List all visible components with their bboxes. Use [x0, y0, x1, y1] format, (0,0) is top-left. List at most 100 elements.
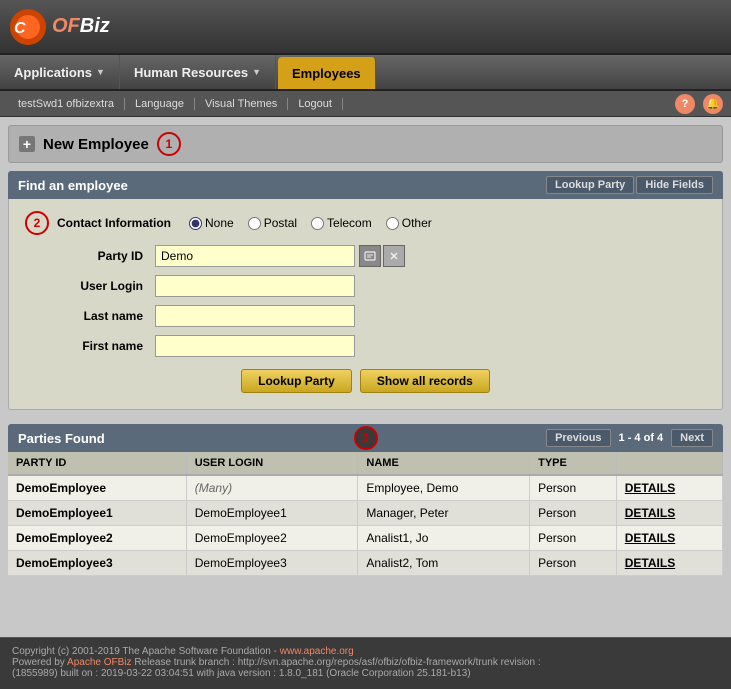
svg-text:C: C — [14, 20, 26, 37]
party-id-row: Party ID — [25, 245, 706, 267]
new-employee-bar: + New Employee 1 — [8, 125, 723, 163]
contact-info-label: Contact Information — [57, 216, 177, 230]
results-table: PARTY ID USER LOGIN NAME TYPE DemoEmploy… — [8, 452, 723, 576]
cell-name: Analist2, Tom — [358, 551, 530, 576]
nav-bar: Applications ▼ Human Resources ▼ Employe… — [0, 55, 731, 91]
cell-type: Person — [530, 475, 617, 501]
cell-type: Person — [530, 526, 617, 551]
logo-text: OFBiz — [52, 15, 110, 38]
action-buttons-row: Lookup Party Show all records — [25, 369, 706, 393]
contact-info-row: Contact Information None Postal Telecom — [57, 216, 706, 230]
party-id-lookup-icon[interactable] — [359, 245, 381, 267]
main-content: + New Employee 1 Find an employee Lookup… — [0, 117, 731, 637]
parties-nav: Previous 1 - 4 of 4 Next — [546, 429, 713, 447]
find-bar-title: Find an employee — [18, 178, 128, 193]
cell-party-id[interactable]: DemoEmployee3 — [8, 551, 186, 576]
next-button[interactable]: Next — [671, 429, 713, 447]
contact-radio-group: None Postal Telecom Other — [189, 216, 432, 230]
last-name-row: Last name — [25, 305, 706, 327]
lookup-party-button[interactable]: Lookup Party — [241, 369, 352, 393]
contact-none[interactable]: None — [189, 216, 234, 230]
new-employee-plus-icon: + — [19, 136, 35, 152]
nav-item-applications[interactable]: Applications ▼ — [0, 55, 120, 89]
cell-name: Employee, Demo — [358, 475, 530, 501]
user-login-input[interactable] — [155, 275, 355, 297]
first-name-input[interactable] — [155, 335, 355, 357]
subnav-language[interactable]: Language — [125, 98, 195, 110]
party-id-icons — [359, 245, 405, 267]
top-bar: C OFBiz — [0, 0, 731, 55]
previous-button[interactable]: Previous — [546, 429, 610, 447]
contact-postal[interactable]: Postal — [248, 216, 297, 230]
find-bar-header: Find an employee Lookup Party Hide Field… — [8, 171, 723, 199]
last-name-label: Last name — [25, 309, 155, 323]
last-name-input[interactable] — [155, 305, 355, 327]
parties-header: Parties Found 3 Previous 1 - 4 of 4 Next — [8, 424, 723, 452]
cell-user-login: DemoEmployee2 — [186, 526, 358, 551]
subnav-visual-themes[interactable]: Visual Themes — [195, 98, 288, 110]
table-row: DemoEmployee2DemoEmployee2Analist1, JoPe… — [8, 526, 723, 551]
lookup-party-link[interactable]: Lookup Party — [546, 176, 634, 194]
contact-telecom[interactable]: Telecom — [311, 216, 372, 230]
footer-line1: Copyright (c) 2001-2019 The Apache Softw… — [12, 646, 719, 657]
table-header-row: PARTY ID USER LOGIN NAME TYPE — [8, 452, 723, 475]
col-type: TYPE — [530, 452, 617, 475]
contact-other[interactable]: Other — [386, 216, 432, 230]
footer: Copyright (c) 2001-2019 The Apache Softw… — [0, 637, 731, 687]
cell-party-id[interactable]: DemoEmployee1 — [8, 501, 186, 526]
footer-link2[interactable]: Apache OFBiz — [67, 657, 131, 668]
step-1-circle: 1 — [157, 132, 181, 156]
first-name-label: First name — [25, 339, 155, 353]
logo[interactable]: C OFBiz — [8, 7, 110, 47]
table-row: DemoEmployee1DemoEmployee1Manager, Peter… — [8, 501, 723, 526]
user-login-row: User Login — [25, 275, 706, 297]
cell-type: Person — [530, 501, 617, 526]
footer-link1[interactable]: www.apache.org — [280, 646, 354, 657]
cell-user-login: DemoEmployee1 — [186, 501, 358, 526]
cell-name: Analist1, Jo — [358, 526, 530, 551]
new-employee-label[interactable]: New Employee — [43, 136, 149, 153]
first-name-row: First name — [25, 335, 706, 357]
party-id-clear-icon[interactable] — [383, 245, 405, 267]
details-link[interactable]: DETAILS — [616, 501, 722, 526]
nav-item-human-resources[interactable]: Human Resources ▼ — [120, 55, 276, 89]
cell-type: Person — [530, 551, 617, 576]
cell-party-id[interactable]: DemoEmployee — [8, 475, 186, 501]
nav-item-employees[interactable]: Employees — [278, 57, 376, 89]
cell-name: Manager, Peter — [358, 501, 530, 526]
cell-user-login: DemoEmployee3 — [186, 551, 358, 576]
cell-user-login: (Many) — [186, 475, 358, 501]
parties-title: Parties Found — [18, 431, 105, 446]
cell-party-id[interactable]: DemoEmployee2 — [8, 526, 186, 551]
subnav-user: testSwd1 ofbizextra — [8, 98, 125, 110]
page-range: 1 - 4 of 4 — [613, 432, 670, 444]
hide-fields-link[interactable]: Hide Fields — [636, 176, 713, 194]
applications-dropdown-icon: ▼ — [96, 67, 105, 77]
step-2-circle: 2 — [25, 211, 49, 235]
help-icon[interactable]: ? — [675, 94, 695, 114]
logo-icon: C — [8, 7, 48, 47]
table-row: DemoEmployee3DemoEmployee3Analist2, TomP… — [8, 551, 723, 576]
footer-line3: (1855989) built on : 2019-03-22 03:04:51… — [12, 668, 719, 679]
col-name: NAME — [358, 452, 530, 475]
col-party-id: PARTY ID — [8, 452, 186, 475]
notification-icon[interactable]: 🔔 — [703, 94, 723, 114]
sub-nav: testSwd1 ofbizextra Language Visual Them… — [0, 91, 731, 117]
parties-found-section: Parties Found 3 Previous 1 - 4 of 4 Next… — [8, 424, 723, 576]
subnav-logout[interactable]: Logout — [288, 98, 343, 110]
step-3-circle: 3 — [354, 426, 378, 450]
table-row: DemoEmployee(Many)Employee, DemoPersonDE… — [8, 475, 723, 501]
details-link[interactable]: DETAILS — [616, 475, 722, 501]
hr-dropdown-icon: ▼ — [252, 67, 261, 77]
user-login-label: User Login — [25, 279, 155, 293]
show-all-records-button[interactable]: Show all records — [360, 369, 490, 393]
details-link[interactable]: DETAILS — [616, 526, 722, 551]
party-id-label: Party ID — [25, 249, 155, 263]
footer-line2: Powered by Apache OFBiz Release trunk br… — [12, 657, 719, 668]
find-bar-links: Lookup Party Hide Fields — [546, 176, 713, 194]
search-form: 2 Contact Information None Postal Teleco… — [8, 199, 723, 410]
col-details — [616, 452, 722, 475]
party-id-input[interactable] — [155, 245, 355, 267]
details-link[interactable]: DETAILS — [616, 551, 722, 576]
find-employee-section: Find an employee Lookup Party Hide Field… — [8, 171, 723, 410]
